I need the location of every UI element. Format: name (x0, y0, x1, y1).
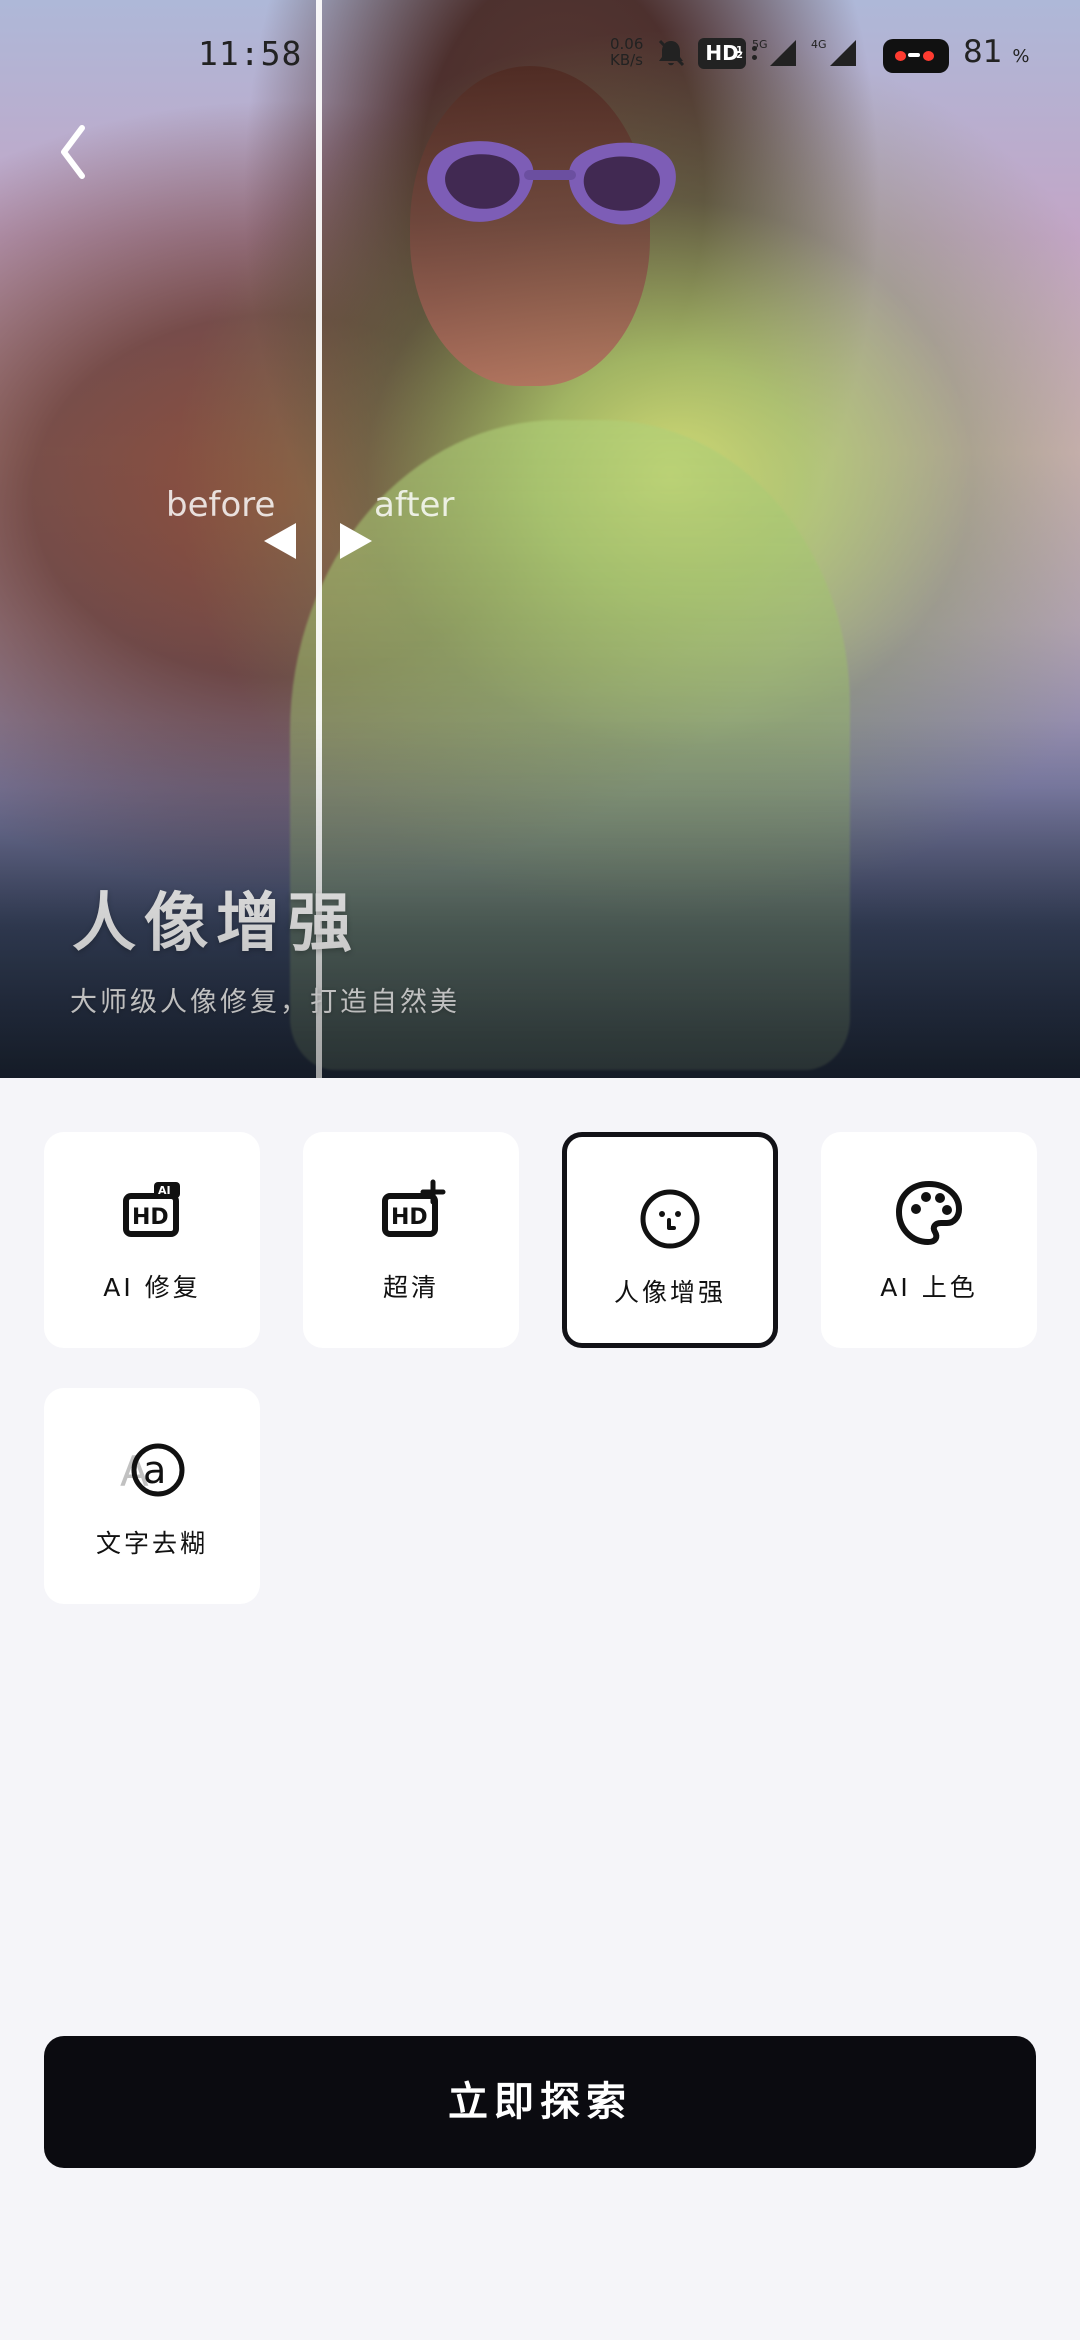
tool-label-text-deblur: 文字去糊 (95, 1529, 208, 1558)
before-label: before (166, 485, 276, 525)
after-label: after (374, 485, 455, 525)
tool-card-ai-colorize[interactable]: AI 上色 (821, 1132, 1037, 1348)
hd-status-badge: HD 1 2 (698, 38, 746, 69)
status-time: 11:58 (198, 34, 303, 73)
sunglasses-graphic (427, 141, 676, 225)
hero-preview: before after 人像增强 大师级人像修复，打造自然美 (0, 0, 1080, 1078)
tool-label-ai-repair: AI 修复 (103, 1273, 201, 1302)
battery-icon (883, 39, 949, 73)
network-speed: 0.06 KB/s (610, 36, 654, 68)
tool-label-ai-colorize: AI 上色 (880, 1273, 978, 1302)
hd-plus-icon: HD (382, 1179, 446, 1237)
tool-card-super-resolution[interactable]: HD 超清 (303, 1132, 519, 1348)
signal-4g-label: 4G (811, 38, 827, 51)
svg-text:HD: HD (132, 1205, 169, 1230)
tool-card-text-deblur[interactable]: A a 文字去糊 (44, 1388, 260, 1604)
page-subtitle: 大师级人像修复，打造自然美 (70, 987, 460, 1018)
text-deblur-icon: A a (120, 1443, 185, 1497)
tool-card-ai-repair[interactable]: HD AI AI 修复 (44, 1132, 260, 1348)
page-title: 人像增强 (72, 887, 360, 961)
hd-status-subscript: 2 (736, 50, 743, 61)
back-button[interactable] (50, 118, 94, 186)
face-icon (640, 1189, 700, 1249)
status-bar: 11:58 0.06 KB/s HD 1 2 5G 4G 81 % (0, 0, 1080, 100)
compare-right-arrow-icon[interactable] (340, 523, 372, 559)
svg-text:HD: HD (391, 1205, 428, 1230)
bell-off-icon (658, 39, 685, 67)
tool-card-portrait-enhance[interactable]: 人像增强 (562, 1132, 778, 1348)
signal-strength-icon (830, 40, 856, 66)
signal-strength-icon (770, 40, 796, 66)
explore-button[interactable]: 立即探索 (44, 2036, 1036, 2168)
tool-label-super-resolution: 超清 (382, 1273, 439, 1302)
battery-symbol: % (1012, 46, 1030, 67)
battery-value: 81 (963, 34, 1003, 70)
svg-text:AI: AI (158, 1184, 171, 1197)
palette-icon (895, 1180, 963, 1246)
svg-text:a: a (143, 1448, 166, 1492)
network-speed-value: 0.06 (610, 35, 644, 53)
hd-ai-icon: HD AI (123, 1182, 180, 1237)
compare-controls: before after (166, 485, 466, 575)
tool-label-portrait-enhance: 人像增强 (613, 1278, 726, 1307)
network-speed-unit: KB/s (610, 51, 643, 69)
compare-left-arrow-icon[interactable] (264, 523, 296, 559)
battery-percentage: 81 % (963, 34, 1029, 70)
hd-status-label: HD (705, 41, 739, 65)
